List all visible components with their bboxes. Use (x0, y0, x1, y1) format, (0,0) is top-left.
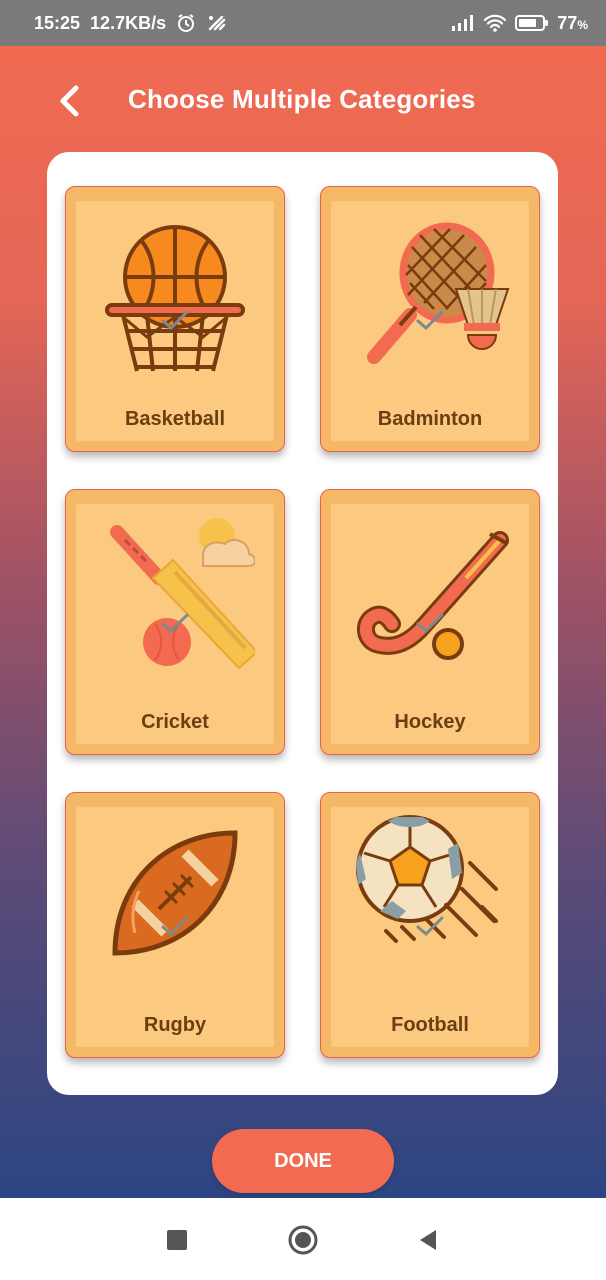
check-icon (416, 613, 444, 634)
check-icon (416, 310, 444, 331)
signal-icon (451, 15, 475, 31)
wifi-icon (483, 14, 507, 32)
check-icon (161, 916, 189, 937)
app-screen: 15:25 12.7KB/s 77% Choose Multiple Categ… (0, 0, 606, 1198)
category-card: Basketball Badminton Cricket Hockey Rugb… (47, 152, 558, 1095)
category-tile-basketball[interactable]: Basketball (65, 186, 285, 452)
chevron-left-icon (60, 85, 79, 117)
category-label: Badminton (377, 408, 483, 430)
status-time: 15:25 (34, 12, 81, 33)
header: Choose Multiple Categories (0, 76, 606, 126)
rugby-icon (95, 813, 255, 983)
status-net-speed: 12.7KB/s (90, 12, 167, 33)
football-icon (350, 813, 510, 983)
category-tile-rugby[interactable]: Rugby (65, 792, 285, 1058)
data-saver-icon (206, 13, 228, 33)
category-tile-football[interactable]: Football (320, 792, 540, 1058)
back-button[interactable] (52, 82, 86, 120)
category-label: Rugby (143, 1014, 207, 1036)
hockey-icon (350, 510, 510, 680)
category-label: Basketball (124, 408, 226, 430)
check-icon (161, 310, 189, 331)
done-button[interactable]: DONE (212, 1129, 394, 1193)
basketball-icon (95, 207, 255, 377)
category-tile-badminton[interactable]: Badminton (320, 186, 540, 452)
battery-level: 77% (557, 12, 588, 33)
category-tile-cricket[interactable]: Cricket (65, 489, 285, 755)
check-icon (161, 613, 189, 634)
category-label: Football (391, 1014, 469, 1036)
battery-icon (515, 14, 549, 32)
recents-icon[interactable] (163, 1226, 191, 1254)
alarm-icon (176, 13, 196, 33)
category-tile-hockey[interactable]: Hockey (320, 489, 540, 755)
category-label: Cricket (141, 711, 209, 733)
status-right: 77% (451, 13, 588, 34)
back-icon[interactable] (414, 1226, 442, 1254)
category-label: Hockey (394, 711, 466, 733)
check-icon (416, 916, 444, 937)
battery-unit: % (577, 17, 588, 32)
page-title: Choose Multiple Categories (128, 84, 476, 114)
home-icon[interactable] (287, 1224, 319, 1256)
badminton-icon (350, 207, 510, 377)
status-bar: 15:25 12.7KB/s 77% (0, 0, 606, 46)
cricket-icon (95, 510, 255, 680)
system-nav-bar (0, 1198, 606, 1280)
status-left: 15:25 12.7KB/s (34, 13, 228, 34)
